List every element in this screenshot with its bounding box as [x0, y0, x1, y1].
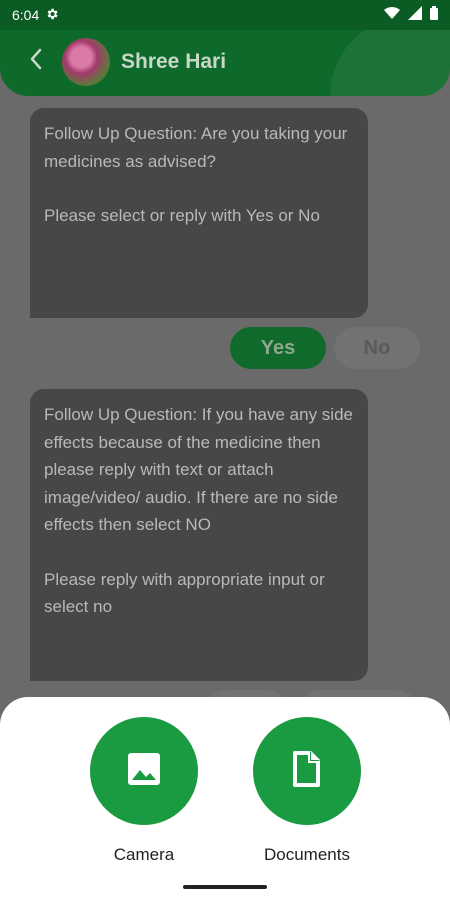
- message-text: Follow Up Question: If you have any side…: [44, 405, 353, 534]
- battery-icon: [430, 5, 438, 25]
- image-icon: [127, 752, 161, 791]
- camera-button[interactable]: [90, 717, 198, 825]
- message-bubble: Follow Up Question: If you have any side…: [30, 389, 368, 681]
- camera-action[interactable]: Camera: [74, 717, 214, 865]
- no-reply-button[interactable]: No: [334, 327, 420, 369]
- documents-button[interactable]: [253, 717, 361, 825]
- message-text: Please select or reply with Yes or No: [44, 206, 320, 225]
- document-icon: [292, 750, 322, 793]
- signal-icon: [408, 5, 422, 25]
- message-text: Follow Up Question: Are you taking your …: [44, 124, 348, 171]
- camera-label: Camera: [113, 845, 175, 864]
- status-bar: 6:04: [0, 0, 450, 30]
- wifi-icon: [384, 6, 400, 25]
- settings-icon: [45, 7, 59, 24]
- back-button[interactable]: [24, 48, 48, 74]
- status-time: 6:04: [12, 7, 40, 23]
- avatar[interactable]: [62, 38, 110, 86]
- message-text: Please reply with appropriate input or s…: [44, 569, 325, 617]
- documents-label: Documents: [264, 845, 350, 864]
- home-indicator[interactable]: [183, 885, 267, 889]
- attachment-sheet: Camera Documents: [0, 697, 450, 900]
- yes-reply-button[interactable]: Yes: [230, 327, 326, 369]
- chevron-left-icon: [29, 48, 43, 75]
- contact-name: Shree Hari: [121, 50, 227, 73]
- message-bubble: Follow Up Question: Are you taking your …: [30, 108, 368, 318]
- documents-action[interactable]: Documents: [237, 717, 377, 865]
